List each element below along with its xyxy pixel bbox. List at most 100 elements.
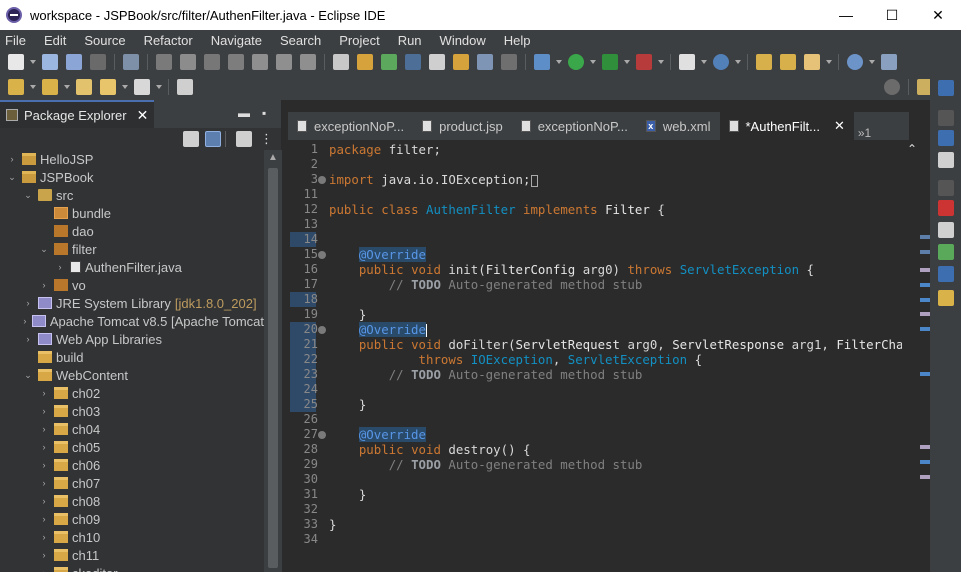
folded-imports-icon[interactable] [531, 174, 539, 187]
fold-toggle-icon[interactable] [318, 176, 326, 184]
suspend-icon[interactable] [180, 54, 196, 70]
chevron-down-icon[interactable] [30, 85, 36, 89]
globe-icon[interactable] [847, 54, 863, 70]
focus-on-task-icon[interactable] [236, 131, 252, 147]
step-into-icon[interactable] [252, 54, 268, 70]
run-icon[interactable] [568, 54, 584, 70]
perspective-icon[interactable] [938, 80, 954, 96]
snippets-icon[interactable] [938, 290, 954, 306]
tree-item[interactable]: › ch06 [0, 456, 264, 474]
overview-marker[interactable] [920, 460, 930, 464]
chevron-down-icon[interactable] [701, 60, 707, 64]
menu-refactor[interactable]: Refactor [139, 33, 201, 48]
back-icon[interactable] [100, 79, 116, 95]
menu-help[interactable]: Help [499, 33, 539, 48]
chevron-right-icon[interactable]: › [38, 496, 50, 506]
forward-icon[interactable] [134, 79, 150, 95]
overview-marker[interactable] [920, 372, 930, 376]
tree-item[interactable]: bundle [0, 204, 264, 222]
servers-icon[interactable] [938, 244, 954, 260]
chevron-down-icon[interactable] [869, 60, 875, 64]
code-line[interactable]: throws IOException, ServletException { [329, 352, 703, 367]
code-line[interactable]: import java.io.IOException; [329, 172, 539, 187]
menu-source[interactable]: Source [79, 33, 133, 48]
tree-item[interactable]: › ch04 [0, 420, 264, 438]
menu-file[interactable]: File [0, 33, 34, 48]
chevron-right-icon[interactable]: › [38, 442, 50, 452]
chevron-right-icon[interactable]: › [38, 424, 50, 434]
terminate-icon[interactable] [204, 54, 220, 70]
chevron-down-icon[interactable]: ⌄ [6, 172, 18, 183]
code-line[interactable]: @Override [329, 322, 427, 337]
restore-icon[interactable] [938, 180, 954, 196]
search-icon[interactable] [884, 79, 900, 95]
debug-icon[interactable] [534, 54, 550, 70]
minimize-button[interactable]: — [823, 0, 869, 30]
chevron-right-icon[interactable]: › [38, 532, 50, 542]
code-line[interactable]: // TODO Auto-generated method stub [329, 367, 643, 382]
new-icon[interactable] [8, 54, 24, 70]
tree-item[interactable]: › JRE System Library [jdk1.8.0_202] [0, 294, 264, 312]
chevron-down-icon[interactable] [30, 60, 36, 64]
code-line[interactable]: public class AuthenFilter implements Fil… [329, 202, 665, 217]
data-source-icon[interactable] [938, 266, 954, 282]
tree-item[interactable]: ⌄ filter [0, 240, 264, 258]
coverage-icon[interactable] [602, 54, 618, 70]
chevron-right-icon[interactable]: › [38, 406, 50, 416]
tree-item[interactable]: › ch11 [0, 546, 264, 564]
show-whitespace-icon[interactable] [477, 54, 493, 70]
tree-item[interactable]: › ch05 [0, 438, 264, 456]
overview-marker[interactable] [920, 235, 930, 239]
close-icon[interactable]: ✕ [834, 118, 845, 134]
menu-navigate[interactable]: Navigate [206, 33, 270, 48]
save-all-icon[interactable] [66, 54, 82, 70]
chevron-right-icon[interactable]: › [38, 280, 50, 290]
chevron-down-icon[interactable] [590, 60, 596, 64]
chevron-down-icon[interactable]: ⌄ [22, 370, 34, 381]
format-icon[interactable] [333, 54, 349, 70]
chevron-down-icon[interactable]: ⌄ [22, 190, 34, 201]
menu-run[interactable]: Run [393, 33, 430, 48]
code-line[interactable]: } [329, 307, 366, 322]
chevron-down-icon[interactable] [624, 60, 630, 64]
chevron-down-icon[interactable] [735, 60, 741, 64]
chevron-right-icon[interactable]: › [38, 514, 50, 524]
tree-item[interactable]: › ch07 [0, 474, 264, 492]
code-line[interactable]: } [329, 517, 336, 532]
chevron-right-icon[interactable]: › [38, 550, 50, 560]
code-line[interactable]: public void destroy() { [329, 442, 531, 457]
resume-icon[interactable] [156, 54, 172, 70]
tab-product-jsp[interactable]: product.jsp [413, 112, 512, 140]
pin-editor-icon[interactable] [177, 79, 193, 95]
tree-item[interactable]: › HelloJSP [0, 150, 264, 168]
package-explorer-tab[interactable]: Package Explorer ✕ [0, 100, 155, 128]
chevron-down-icon[interactable] [156, 85, 162, 89]
last-edit-icon[interactable] [76, 79, 92, 95]
chevron-right-icon[interactable]: › [38, 388, 50, 398]
close-button[interactable]: ✕ [915, 0, 961, 30]
chevron-down-icon[interactable]: ⌄ [38, 244, 50, 255]
more-tabs-button[interactable]: »1 [854, 126, 875, 140]
tab-exception-nopage-1[interactable]: exceptionNoP... [288, 112, 413, 140]
new-java-class-icon[interactable] [713, 54, 729, 70]
overview-marker[interactable] [920, 475, 930, 479]
step-return-icon[interactable] [300, 54, 316, 70]
overview-marker[interactable] [920, 327, 930, 331]
collapse-all-icon[interactable] [183, 131, 199, 147]
chevron-right-icon[interactable]: › [6, 154, 18, 164]
markers-icon[interactable] [938, 200, 954, 216]
word-wrap-icon[interactable] [453, 54, 469, 70]
code-line[interactable]: // TODO Auto-generated method stub [329, 457, 643, 472]
chevron-right-icon[interactable]: › [54, 262, 66, 272]
mark-occurrences-icon[interactable] [405, 54, 421, 70]
code-line[interactable]: // TODO Auto-generated method stub [329, 277, 643, 292]
code-line[interactable]: } [329, 397, 366, 412]
tree-item[interactable]: › AuthenFilter.java [0, 258, 264, 276]
tree-item[interactable]: build [0, 348, 264, 366]
maximize-button[interactable]: ☐ [869, 0, 915, 30]
code-line[interactable]: @Override [329, 427, 426, 442]
chevron-down-icon[interactable] [826, 60, 832, 64]
code-line[interactable]: package filter; [329, 142, 441, 157]
tree-item[interactable]: › ch02 [0, 384, 264, 402]
tab-exception-nopage-2[interactable]: exceptionNoP... [512, 112, 637, 140]
